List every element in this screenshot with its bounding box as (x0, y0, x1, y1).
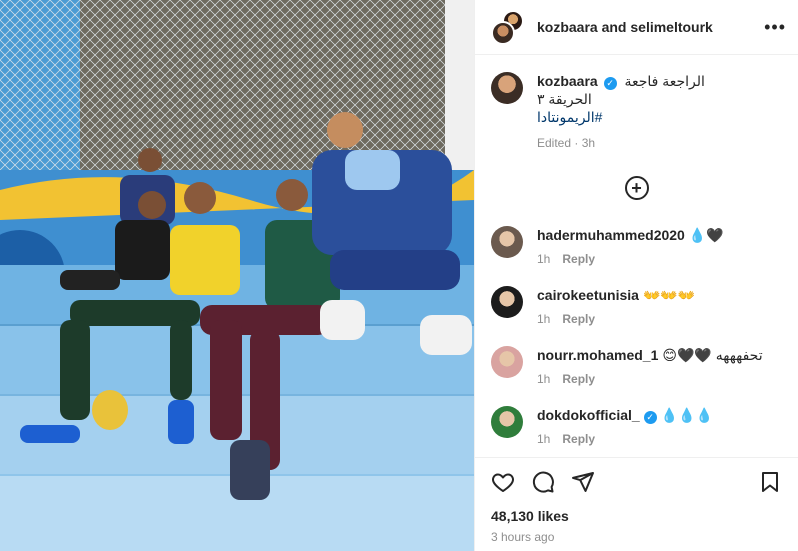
comment-time[interactable]: 1h (537, 252, 550, 266)
avatar[interactable] (491, 226, 523, 258)
comment-text: 💧💧💧 (660, 407, 713, 423)
caption: kozbaara ✓ الراجعة فاجعة الحريقة ٣ #الري… (491, 72, 782, 150)
post-details-panel: kozbaara and selimeltourk ••• kozbaara ✓… (474, 0, 798, 551)
avatar[interactable] (491, 21, 515, 45)
comment-text: 👐👐👐 (642, 287, 696, 303)
caption-meta: Edited · 3h (537, 136, 596, 150)
caption-username[interactable]: kozbaara (537, 73, 598, 89)
bookmark-icon[interactable] (758, 470, 782, 494)
post-header: kozbaara and selimeltourk ••• (475, 0, 798, 55)
comment-time[interactable]: 1h (537, 312, 550, 326)
photo-illustration (0, 0, 474, 551)
caption-line-2: الحريقة ٣ (537, 91, 592, 107)
verified-badge-icon: ✓ (643, 411, 657, 424)
comment-username[interactable]: dokdokofficial_ (537, 407, 640, 423)
comment-time[interactable]: 1h (537, 372, 550, 386)
likes-count[interactable]: 48,130 likes (491, 508, 782, 524)
comment-username[interactable]: hadermuhammed2020 (537, 227, 685, 243)
action-bar (491, 470, 782, 494)
comment-item: dokdokofficial_ ✓ 💧💧💧 1h Reply (491, 406, 782, 446)
reply-button[interactable]: Reply (562, 252, 595, 266)
avatar[interactable] (491, 72, 523, 104)
share-icon[interactable] (571, 470, 595, 494)
avatar[interactable] (491, 406, 523, 438)
comment-item: nourr.mohamed_1 😊🖤🖤 تحفهههه 1h Reply (491, 346, 782, 386)
post-timestamp[interactable]: 3 hours ago (491, 530, 782, 544)
comment-item: cairokeetunisia 👐👐👐 1h Reply (491, 286, 782, 326)
comment-username[interactable]: nourr.mohamed_1 (537, 347, 658, 363)
comment-username[interactable]: cairokeetunisia (537, 287, 639, 303)
reply-button[interactable]: Reply (562, 312, 595, 326)
reply-button[interactable]: Reply (562, 372, 595, 386)
post-photo[interactable] (0, 0, 474, 551)
heart-icon[interactable] (491, 470, 515, 494)
avatar[interactable] (491, 286, 523, 318)
comment-text: 😊🖤🖤 تحفهههه (662, 347, 763, 363)
comment-item: hadermuhammed2020 💧🖤 1h Reply (491, 226, 782, 266)
hashtag-link[interactable]: #الريمونتادا (537, 108, 705, 126)
collab-avatars[interactable] (491, 10, 525, 45)
collab-usernames[interactable]: kozbaara and selimeltourk (537, 19, 764, 35)
comment-time[interactable]: 1h (537, 432, 550, 446)
comment-text: 💧🖤 (688, 227, 724, 243)
comments-list: hadermuhammed2020 💧🖤 1h Reply cairokeetunisi… (491, 226, 782, 446)
post-footer: 48,130 likes 3 hours ago (475, 457, 798, 551)
load-more-comments-button[interactable]: + (624, 176, 649, 200)
avatar[interactable] (491, 346, 523, 378)
post-modal: kozbaara and selimeltourk ••• kozbaara ✓… (0, 0, 798, 551)
caption-line-1: الراجعة فاجعة (624, 73, 705, 89)
comments-scroll-area[interactable]: kozbaara ✓ الراجعة فاجعة الحريقة ٣ #الري… (475, 56, 798, 457)
verified-badge-icon: ✓ (603, 77, 617, 90)
comment-icon[interactable] (531, 470, 555, 494)
more-options-icon[interactable]: ••• (764, 17, 786, 38)
reply-button[interactable]: Reply (562, 432, 595, 446)
